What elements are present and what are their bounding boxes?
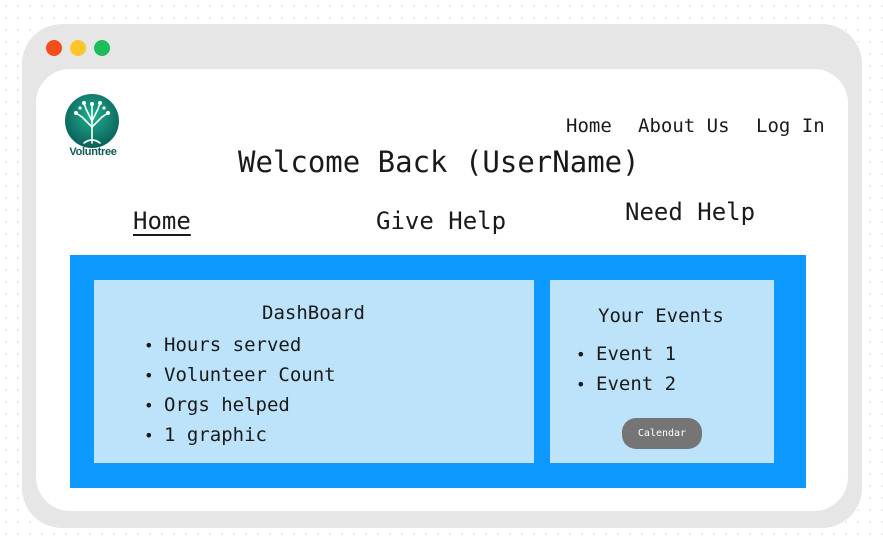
close-window-icon[interactable] <box>46 40 62 56</box>
events-card: Your Events Event 1 Event 2 Calendar <box>550 280 774 463</box>
calendar-button[interactable]: Calendar <box>622 418 702 449</box>
tab-need-help[interactable]: Need Help <box>625 198 755 226</box>
events-list: Event 1 Event 2 <box>576 339 676 399</box>
list-item: 1 graphic <box>144 420 336 450</box>
list-item: Volunteer Count <box>144 360 336 390</box>
top-nav-log-in[interactable]: Log In <box>756 115 825 137</box>
dashboard-card: DashBoard Hours served Volunteer Count O… <box>94 280 534 463</box>
event-item[interactable]: Event 2 <box>576 369 676 399</box>
maximize-window-icon[interactable] <box>94 40 110 56</box>
list-item: Hours served <box>144 330 336 360</box>
page-content: Voluntree Home About Us Log In Welcome B… <box>36 69 848 511</box>
top-nav-about-us[interactable]: About Us <box>638 115 730 137</box>
browser-window: Voluntree Home About Us Log In Welcome B… <box>22 24 862 528</box>
events-title: Your Events <box>598 305 724 327</box>
event-item[interactable]: Event 1 <box>576 339 676 369</box>
dashboard-title: DashBoard <box>262 302 365 324</box>
main-panel: DashBoard Hours served Volunteer Count O… <box>70 255 806 488</box>
minimize-window-icon[interactable] <box>70 40 86 56</box>
list-item: Orgs helped <box>144 390 336 420</box>
welcome-heading: Welcome Back (UserName) <box>238 145 640 179</box>
top-nav-home[interactable]: Home <box>566 115 612 137</box>
brand-name: Voluntree <box>69 146 117 158</box>
tab-give-help[interactable]: Give Help <box>376 207 506 235</box>
tab-home[interactable]: Home <box>133 207 191 235</box>
dashboard-list: Hours served Volunteer Count Orgs helped… <box>144 330 336 450</box>
